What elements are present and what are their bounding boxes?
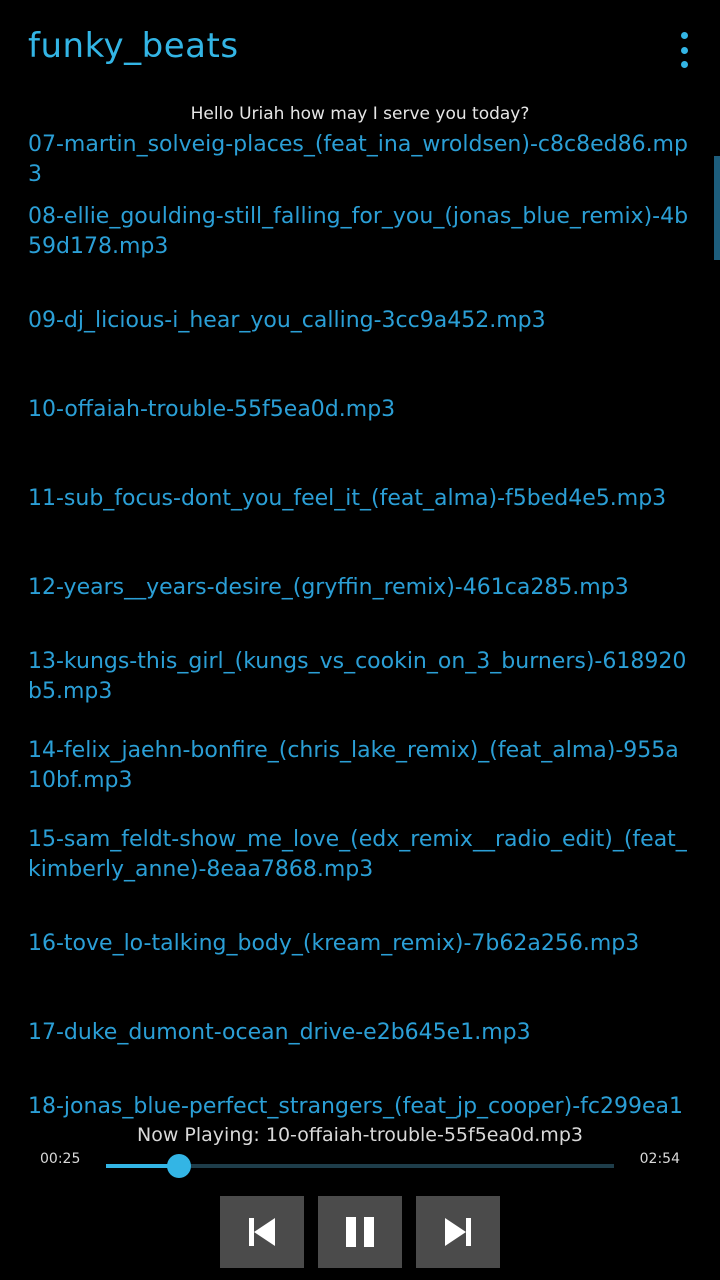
playback-controls bbox=[0, 1196, 720, 1268]
now-playing-label: Now Playing: 10-offaiah-trouble-55f5ea0d… bbox=[0, 1122, 720, 1148]
seek-bar[interactable] bbox=[106, 1154, 614, 1178]
song-item[interactable]: 17-duke_dumont-ocean_drive-e2b645e1.mp3 bbox=[28, 1018, 692, 1048]
song-item[interactable]: 09-dj_licious-i_hear_you_calling-3cc9a45… bbox=[28, 306, 692, 336]
overflow-menu-icon[interactable] bbox=[672, 32, 696, 68]
song-item[interactable]: 12-years__years-desire_(gryffin_remix)-4… bbox=[28, 573, 692, 603]
action-bar: funky_beats bbox=[0, 0, 720, 98]
pause-icon bbox=[346, 1217, 374, 1247]
next-button[interactable] bbox=[416, 1196, 500, 1268]
current-time: 00:25 bbox=[40, 1151, 81, 1167]
song-item[interactable]: 16-tove_lo-talking_body_(kream_remix)-7b… bbox=[28, 929, 692, 959]
seek-bar-thumb[interactable] bbox=[167, 1154, 192, 1178]
app-title: funky_beats bbox=[28, 26, 239, 66]
song-item[interactable]: 11-sub_focus-dont_you_feel_it_(feat_alma… bbox=[28, 484, 692, 514]
total-time: 02:54 bbox=[639, 1151, 680, 1167]
pause-button[interactable] bbox=[318, 1196, 402, 1268]
greeting-text: Hello Uriah how may I serve you today? bbox=[190, 104, 530, 124]
song-item[interactable]: 15-sam_feldt-show_me_love_(edx_remix__ra… bbox=[28, 825, 692, 885]
song-item[interactable]: 13-kungs-this_girl_(kungs_vs_cookin_on_3… bbox=[28, 647, 692, 707]
previous-button[interactable] bbox=[220, 1196, 304, 1268]
song-item[interactable]: 07-martin_solveig-places_(feat_ina_wrold… bbox=[28, 130, 692, 190]
song-item[interactable]: 18-jonas_blue-perfect_strangers_(feat_jp… bbox=[28, 1092, 692, 1122]
song-item[interactable]: 10-offaiah-trouble-55f5ea0d.mp3 bbox=[28, 395, 692, 425]
next-track-icon bbox=[445, 1218, 471, 1246]
song-item[interactable]: 14-felix_jaehn-bonfire_(chris_lake_remix… bbox=[28, 736, 692, 796]
scrollbar-thumb[interactable] bbox=[714, 156, 720, 260]
song-item[interactable]: 08-ellie_goulding-still_falling_for_you_… bbox=[28, 202, 692, 262]
song-list[interactable]: 07-martin_solveig-places_(feat_ina_wrold… bbox=[0, 126, 720, 1122]
previous-track-icon bbox=[249, 1218, 275, 1246]
